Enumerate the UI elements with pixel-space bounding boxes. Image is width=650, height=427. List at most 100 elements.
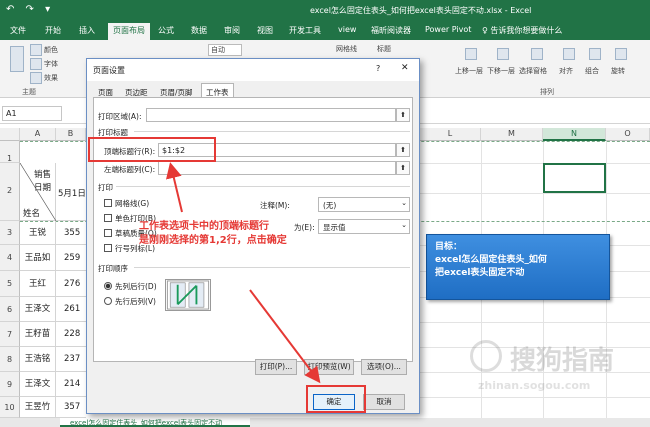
name-cell[interactable]: 王浩铭 (20, 347, 56, 372)
row-header[interactable]: 5 (0, 271, 20, 297)
tab-page-layout[interactable]: 页面布局 (108, 23, 150, 40)
selection-pane-button[interactable]: 选择窗格 (519, 66, 547, 76)
colors-label: 颜色 (44, 46, 58, 54)
close-icon[interactable]: ✕ (401, 63, 409, 73)
sheet-tab[interactable]: excel怎么固定住表头_如何把excel表头固定不动 (60, 418, 250, 427)
tab-view-en[interactable]: view (338, 25, 356, 34)
rotate-icon (615, 48, 629, 60)
theme-effects-button[interactable]: 效果 (30, 72, 58, 84)
value-cell[interactable]: 259 (56, 245, 86, 271)
down-then-over-radio[interactable]: 先列后行(D) (104, 281, 157, 292)
checkbox-icon (104, 244, 112, 252)
tab-page[interactable]: 页面 (93, 83, 118, 98)
value-cell[interactable]: 355 (56, 221, 86, 245)
name-cell[interactable]: 王昱竹 (20, 397, 56, 418)
options-button[interactable]: 选项(O)... (361, 359, 407, 375)
help-icon[interactable]: ? (376, 64, 380, 73)
width-auto-dropdown[interactable]: 自动 (208, 44, 242, 56)
over-then-down-label: 先行后列(V) (115, 297, 156, 306)
print-button[interactable]: 打印(P)... (255, 359, 297, 375)
theme-fonts-button[interactable]: 字体 (30, 58, 58, 70)
column-header-o[interactable]: O (606, 128, 650, 141)
row-header[interactable]: 1 (0, 141, 20, 163)
annotation-text-line1: 工作表选项卡中的顶端标题行 (139, 221, 269, 232)
tab-foxit[interactable]: 福昕阅读器 (371, 25, 411, 36)
selected-cell-n2[interactable] (543, 163, 606, 193)
column-header-l[interactable]: L (420, 128, 481, 141)
separator (134, 267, 410, 268)
row-header[interactable]: 2 (0, 163, 20, 221)
column-header-n[interactable]: N (543, 128, 606, 141)
name-cell[interactable]: 王锐 (20, 221, 56, 245)
tab-review[interactable]: 审阅 (224, 25, 240, 36)
row-header[interactable]: 7 (0, 322, 20, 347)
value-cell[interactable]: 237 (56, 347, 86, 372)
quick-access-toolbar[interactable]: ↶ ↷ ▾ (6, 4, 54, 15)
tab-data[interactable]: 数据 (191, 25, 207, 36)
name-cell[interactable]: 王品如 (20, 245, 56, 271)
cancel-button[interactable]: 取消 (363, 394, 405, 410)
tab-margins[interactable]: 页边距 (120, 83, 153, 98)
value-cell[interactable]: 214 (56, 372, 86, 397)
grid-line (420, 322, 650, 323)
tab-file[interactable]: 文件 (10, 25, 26, 36)
tab-insert[interactable]: 插入 (79, 25, 95, 36)
send-backward-icon (497, 48, 511, 60)
print-area-input[interactable] (146, 108, 396, 122)
watermark-text: 搜狗指南 (510, 346, 615, 376)
cell-errors-dropdown[interactable]: 显示值 ⌄ (318, 219, 410, 234)
comments-dropdown[interactable]: (无) ⌄ (318, 197, 410, 212)
themes-button[interactable] (10, 46, 26, 72)
fonts-label: 字体 (44, 60, 58, 68)
left-columns-input[interactable] (158, 161, 396, 175)
theme-colors-button[interactable]: 颜色 (30, 44, 58, 56)
row-header[interactable]: 9 (0, 372, 20, 397)
checkbox-icon (104, 229, 112, 237)
tab-power-pivot[interactable]: Power Pivot (425, 25, 471, 34)
select-all-corner[interactable] (0, 128, 20, 141)
align-button[interactable]: 对齐 (559, 66, 573, 76)
row-header[interactable]: 8 (0, 347, 20, 372)
column-header-m[interactable]: M (481, 128, 543, 141)
row-header[interactable]: 6 (0, 297, 20, 322)
row-header[interactable]: 10 (0, 397, 20, 418)
name-cell[interactable]: 王红 (20, 271, 56, 297)
collapse-dialog-icon[interactable]: ⬆ (396, 108, 410, 122)
watermark-url: zhinan.sogou.com (478, 379, 591, 392)
value-cell[interactable]: 228 (56, 322, 86, 347)
row-header[interactable]: 3 (0, 221, 20, 245)
cell-b2[interactable]: 5月1日 (56, 163, 86, 221)
send-backward-button[interactable]: 下移一层 (487, 66, 515, 76)
over-then-down-radio[interactable]: 先行后列(V) (104, 296, 156, 307)
tab-home[interactable]: 开始 (45, 25, 61, 36)
tab-developer[interactable]: 开发工具 (289, 25, 321, 36)
column-header-b[interactable]: B (56, 128, 86, 141)
collapse-dialog-icon[interactable]: ⬆ (396, 143, 410, 157)
value-cell[interactable]: 261 (56, 297, 86, 322)
name-cell[interactable]: 王泽文 (20, 372, 56, 397)
comments-value: (无) (323, 201, 337, 210)
tab-view[interactable]: 视图 (257, 25, 273, 36)
gridlines-checkbox[interactable]: 网格线(G) (104, 198, 149, 209)
tell-me-search[interactable]: ♀ 告诉我你想要做什么 (482, 25, 562, 36)
name-cell[interactable]: 王籽苗 (20, 322, 56, 347)
print-preview-button[interactable]: 打印预览(W) (304, 359, 354, 375)
header-cell-a2[interactable]: 销售 日期 姓名 (20, 163, 56, 221)
group-button[interactable]: 组合 (585, 66, 599, 76)
left-columns-label: 左端标题列(C): (104, 165, 156, 174)
goal-callout-line1: 目标： (435, 242, 463, 252)
page-order-preview-icon (165, 279, 211, 311)
selection-pane-icon (531, 48, 545, 60)
goal-callout: 目标： excel怎么固定住表头_如何 把excel表头固定不动 (426, 234, 610, 300)
tab-formulas[interactable]: 公式 (158, 25, 174, 36)
name-cell[interactable]: 王泽文 (20, 297, 56, 322)
name-box[interactable]: A1 (2, 106, 62, 121)
bring-forward-button[interactable]: 上移一层 (455, 66, 483, 76)
collapse-dialog-icon[interactable]: ⬆ (396, 161, 410, 175)
tab-header-footer[interactable]: 页眉/页脚 (155, 83, 198, 98)
value-cell[interactable]: 276 (56, 271, 86, 297)
column-header-a[interactable]: A (20, 128, 56, 141)
rotate-button[interactable]: 旋转 (611, 66, 625, 76)
value-cell[interactable]: 357 (56, 397, 86, 418)
row-header[interactable]: 4 (0, 245, 20, 271)
